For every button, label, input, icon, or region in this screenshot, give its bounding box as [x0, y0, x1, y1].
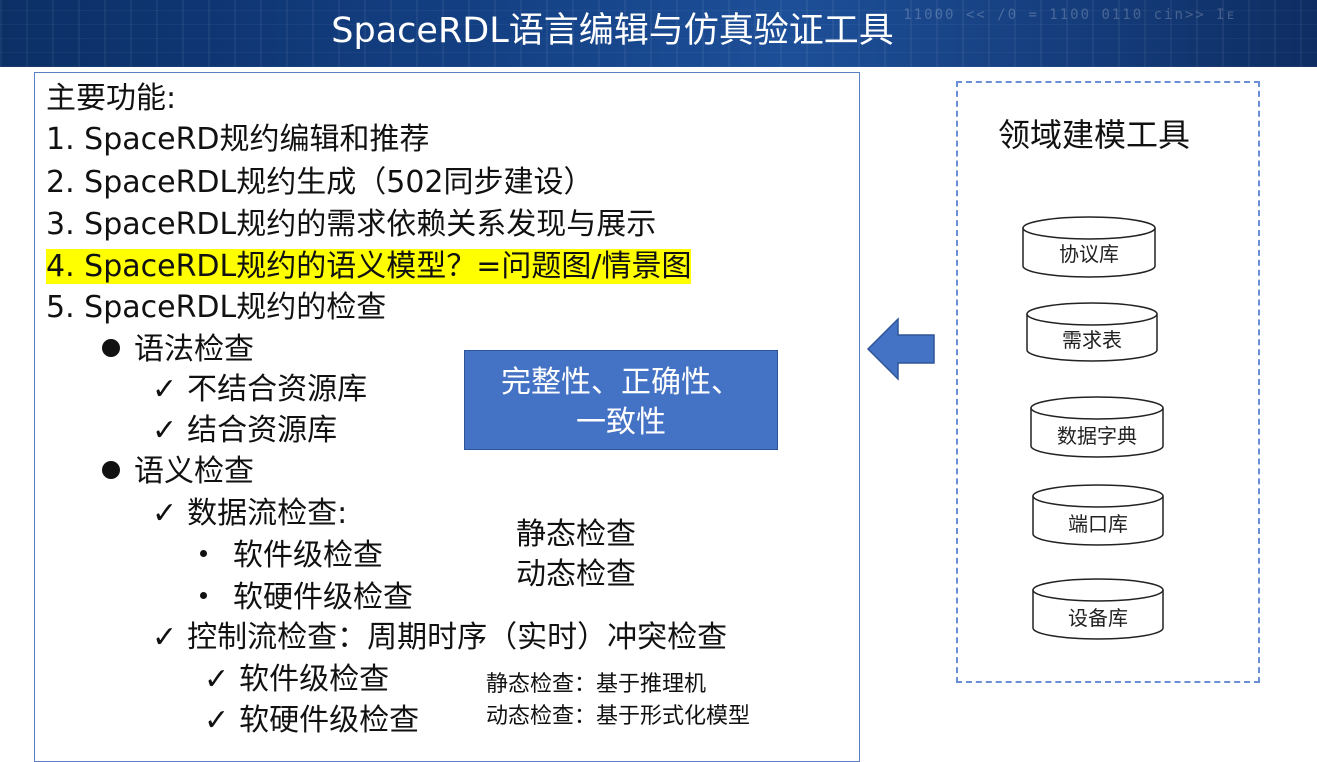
dataflow-note-dynamic: 动态检查 — [516, 557, 636, 592]
bullet-icon — [102, 338, 120, 357]
checkmark-icon: ✓ — [152, 372, 178, 407]
syntax-check-child-2: ✓ 结合资源库 — [152, 412, 337, 450]
controlflow-child-label: 软件级检查 — [239, 662, 390, 697]
checkmark-icon: ✓ — [152, 620, 178, 655]
syntax-check-label: 语法检查 — [134, 332, 254, 367]
left-arrow-icon — [866, 317, 936, 385]
dataflow-check-label: 数据流检查: — [187, 496, 348, 531]
controlflow-child-1: ✓ 软件级检查 — [204, 661, 389, 699]
function-item-3: 3. SpaceRDL规约的需求依赖关系发现与展示 — [46, 207, 657, 242]
checkmark-icon: ✓ — [152, 496, 178, 531]
semantic-check-item: 语义检查 — [102, 453, 254, 491]
library-protocol[interactable]: 协议库 — [1022, 216, 1156, 278]
library-label: 数据字典 — [1057, 424, 1137, 448]
library-device[interactable]: 设备库 — [1032, 578, 1164, 640]
dataflow-child-1: 软件级检查 — [200, 537, 383, 575]
checkmark-icon: ✓ — [204, 703, 230, 738]
quality-attributes-line-1: 完整性、正确性、 — [501, 365, 741, 400]
semantic-check-label: 语义检查 — [134, 454, 254, 489]
checkmark-icon: ✓ — [152, 413, 178, 448]
bullet-icon — [102, 460, 120, 479]
library-requirements[interactable]: 需求表 — [1026, 302, 1158, 362]
library-label: 协议库 — [1059, 242, 1119, 266]
functions-heading: 主要功能: — [46, 81, 177, 116]
controlflow-child-label: 软硬件级检查 — [239, 703, 420, 738]
dataflow-check-item: ✓ 数据流检查: — [152, 495, 347, 533]
quality-attributes-box: 完整性、正确性、 一致性 — [464, 350, 778, 450]
function-item-4: 4. SpaceRDL规约的语义模型？=问题图/情景图 — [46, 248, 692, 286]
controlflow-note-static: 静态检查：基于推理机 — [486, 672, 707, 697]
library-label: 设备库 — [1068, 606, 1128, 630]
function-item-5: 5. SpaceRDL规约的检查 — [46, 290, 387, 325]
syntax-check-child-label: 不结合资源库 — [187, 372, 368, 407]
function-item-1: 1. SpaceRD规约编辑和推荐 — [46, 122, 430, 157]
dataflow-note-static: 静态检查 — [516, 517, 636, 552]
library-label: 需求表 — [1062, 328, 1122, 352]
library-label: 端口库 — [1068, 512, 1128, 536]
library-port[interactable]: 端口库 — [1032, 484, 1164, 546]
dataflow-child-2: 软硬件级检查 — [200, 579, 413, 617]
controlflow-child-2: ✓ 软硬件级检查 — [204, 702, 419, 740]
library-data-dictionary[interactable]: 数据字典 — [1030, 396, 1164, 458]
syntax-check-child-label: 结合资源库 — [187, 413, 338, 448]
quality-attributes-line-2: 一致性 — [576, 405, 666, 440]
page-title: SpaceRDL语言编辑与仿真验证工具 — [331, 11, 894, 51]
controlflow-note-dynamic: 动态检查：基于形式化模型 — [486, 704, 751, 729]
controlflow-check-label: 控制流检查：周期时序（实时）冲突检查 — [187, 620, 728, 655]
function-item-2: 2. SpaceRDL规约生成（502同步建设） — [46, 165, 594, 200]
dataflow-child-label: 软件级检查 — [233, 538, 383, 573]
domain-modeling-title: 领域建模工具 — [998, 116, 1191, 154]
controlflow-check-item: ✓ 控制流检查：周期时序（实时）冲突检查 — [152, 619, 727, 657]
checkmark-icon: ✓ — [204, 662, 230, 697]
bullet-icon — [200, 592, 207, 599]
highlighted-text: 4. SpaceRDL规约的语义模型？=问题图/情景图 — [46, 249, 692, 284]
syntax-check-child-1: ✓ 不结合资源库 — [152, 371, 367, 409]
syntax-check-item: 语法检查 — [102, 331, 254, 369]
dataflow-child-label: 软硬件级检查 — [233, 580, 413, 615]
bullet-icon — [200, 550, 207, 557]
